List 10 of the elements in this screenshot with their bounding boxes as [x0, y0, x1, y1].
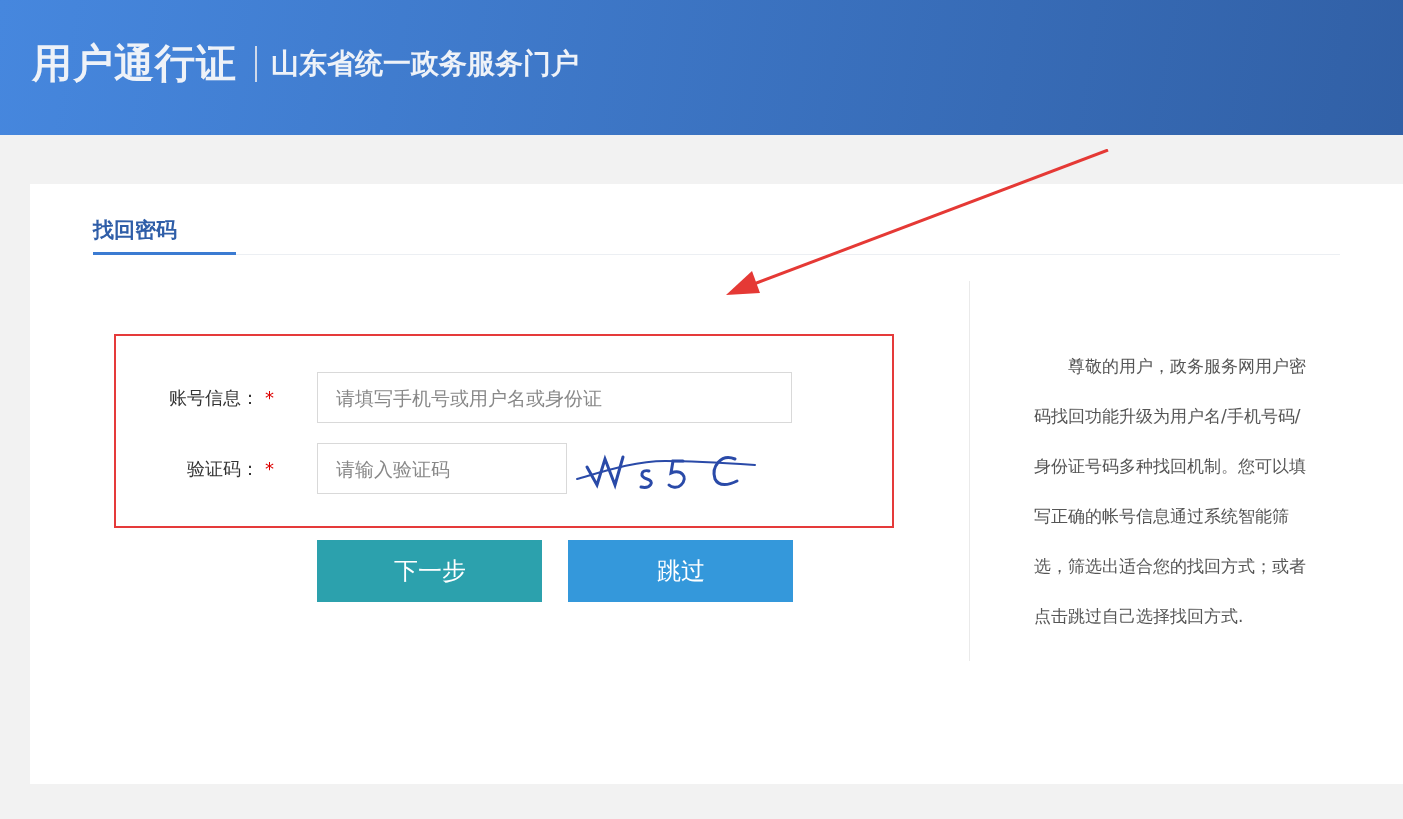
site-subtitle: 山东省统一政务服务门户 [271, 45, 579, 82]
notice-text: 尊敬的用户，政务服务网用户密码找回功能升级为用户名/手机号码/身份证号码多种找回机制。您可以填写正确的帐号信息通过系统智能筛选，筛选出适合您的找回方式；或者点击跳过自己选择找回方式. [1034, 355, 1306, 628]
input-field[interactable]: 请输入验证码 [317, 443, 567, 494]
input-field[interactable]: 请填写手机号或用户名或身份证 [317, 372, 792, 423]
action-button[interactable]: 跳过 [568, 540, 793, 602]
field-label: 账号信息： * [168, 385, 274, 410]
section-tab[interactable]: 找回密码 [93, 216, 236, 255]
site-title: 用户通行证 [32, 39, 237, 88]
action-button[interactable]: 下一步 [317, 540, 542, 602]
field-label: 验证码： * [186, 456, 274, 481]
